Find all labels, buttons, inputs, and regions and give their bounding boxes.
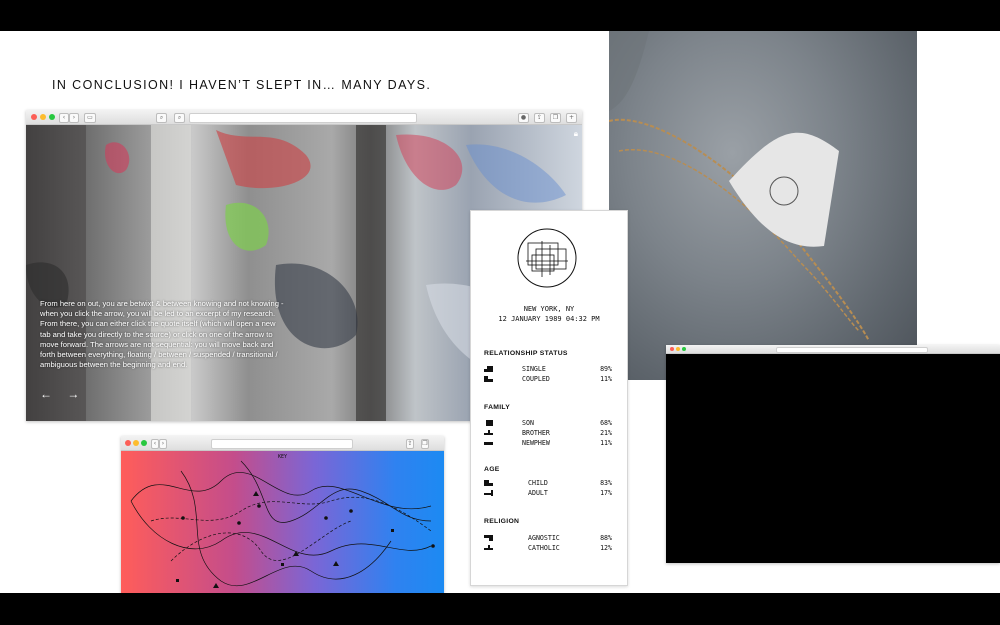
back-icon[interactable]: ‹ — [151, 439, 159, 449]
navigation-arrows[interactable]: ← → — [40, 387, 85, 401]
browser-toolbar — [666, 345, 1000, 354]
row-label: AGNOSTIC — [528, 534, 560, 542]
row-label: NEWPHEW — [522, 439, 550, 447]
bar-glyph-icon — [484, 430, 493, 435]
receipt-row: ADULT 17% — [484, 489, 612, 499]
jeans-pocket-photo — [609, 31, 917, 380]
close-window-icon[interactable] — [670, 347, 674, 351]
browser-toolbar: ‹ › ▭ ⌕ ⌕ ● ⇪ ❐ + — [26, 110, 582, 125]
receipt-row: CATHOLIC 12% — [484, 544, 612, 554]
row-percent: 11% — [600, 375, 612, 383]
minimize-window-icon[interactable] — [40, 114, 46, 120]
back-icon[interactable]: ‹ — [59, 113, 69, 123]
browser-toolbar: ‹ › ⇪ ❐ — [121, 436, 444, 451]
section-title-age: AGE — [484, 466, 500, 473]
row-percent: 88% — [600, 534, 612, 542]
gradient-map-canvas: KEY — [121, 451, 444, 593]
address-bar[interactable] — [211, 439, 353, 449]
receipt-row: CHILD 83% — [484, 479, 612, 489]
gradient-browser-window: ‹ › ⇪ ❐ KEY — [121, 436, 444, 593]
share-icon[interactable]: ⇪ — [534, 113, 545, 123]
receipt-logo-icon — [517, 228, 577, 288]
forward-icon[interactable]: › — [69, 113, 79, 123]
maximize-window-icon[interactable] — [682, 347, 686, 351]
section-title-family: FAMILY — [484, 404, 511, 411]
receipt-row: NEWPHEW 11% — [484, 439, 612, 449]
address-bar[interactable] — [189, 113, 417, 123]
slide-canvas: IN CONCLUSION! I HAVEN’T SLEPT IN… MANY … — [0, 31, 1000, 593]
row-percent: 11% — [600, 439, 612, 447]
row-label: SINGLE — [522, 365, 546, 373]
section-title-religion: RELIGION — [484, 518, 520, 525]
receipt-city: NEW YORK, NY — [523, 305, 575, 313]
row-label: CATHOLIC — [528, 544, 560, 552]
intro-paragraph: From here on out, you are betwixt & betw… — [40, 299, 284, 370]
sidebar-icon[interactable]: ▭ — [84, 113, 96, 123]
receipt-row: COUPLED 11% — [484, 375, 612, 385]
minimize-window-icon[interactable] — [676, 347, 680, 351]
section-title-relationship: RELATIONSHIP STATUS — [484, 350, 568, 357]
row-percent: 68% — [600, 419, 612, 427]
bar-glyph-icon — [484, 535, 493, 541]
row-label: CHILD — [528, 479, 548, 487]
row-label: ADULT — [528, 489, 548, 497]
close-window-icon[interactable] — [125, 440, 131, 446]
extension-icon[interactable]: ● — [518, 113, 529, 123]
bar-glyph-icon — [486, 420, 493, 426]
receipt-date: 12 JANUARY 1989 04:32 PM — [498, 315, 600, 323]
bar-glyph-icon — [484, 545, 493, 550]
address-bar[interactable] — [776, 347, 928, 353]
row-percent: 89% — [600, 365, 612, 373]
maximize-window-icon[interactable] — [141, 440, 147, 446]
jeans-artwork — [609, 31, 870, 342]
lock-icon: 🔒︎ — [573, 129, 578, 138]
path-diagram — [130, 460, 435, 588]
headline: IN CONCLUSION! I HAVEN’T SLEPT IN… MANY … — [52, 78, 432, 92]
minimize-window-icon[interactable] — [133, 440, 139, 446]
tabs-icon[interactable]: ❐ — [421, 439, 429, 449]
row-label: COUPLED — [522, 375, 550, 383]
receipt-row: SINGLE 89% — [484, 365, 612, 375]
receipt-row: AGNOSTIC 88% — [484, 534, 612, 544]
bar-glyph-icon — [484, 490, 493, 496]
search-icon[interactable]: ⌕ — [156, 113, 167, 123]
black-browser-window — [666, 345, 1000, 563]
row-label: BROTHER — [522, 429, 550, 437]
forward-icon[interactable]: › — [159, 439, 167, 449]
row-percent: 17% — [600, 489, 612, 497]
new-tab-icon[interactable]: + — [566, 113, 577, 123]
bar-glyph-icon — [484, 442, 493, 445]
close-window-icon[interactable] — [31, 114, 37, 120]
bar-glyph-icon — [484, 376, 493, 382]
bar-glyph-icon — [484, 366, 493, 372]
row-percent: 12% — [600, 544, 612, 552]
row-percent: 83% — [600, 479, 612, 487]
search-icon-2[interactable]: ⌕ — [174, 113, 185, 123]
bar-glyph-icon — [484, 480, 493, 486]
row-percent: 21% — [600, 429, 612, 437]
share-icon[interactable]: ⇪ — [406, 439, 414, 449]
tabs-icon[interactable]: ❐ — [550, 113, 561, 123]
receipt-row: BROTHER 21% — [484, 429, 612, 439]
black-viewport — [666, 354, 1000, 563]
receipt-row: SON 68% — [484, 419, 612, 429]
receipt-card: NEW YORK, NY 12 JANUARY 1989 04:32 PM RE… — [470, 210, 628, 586]
maximize-window-icon[interactable] — [49, 114, 55, 120]
row-label: SON — [522, 419, 534, 427]
